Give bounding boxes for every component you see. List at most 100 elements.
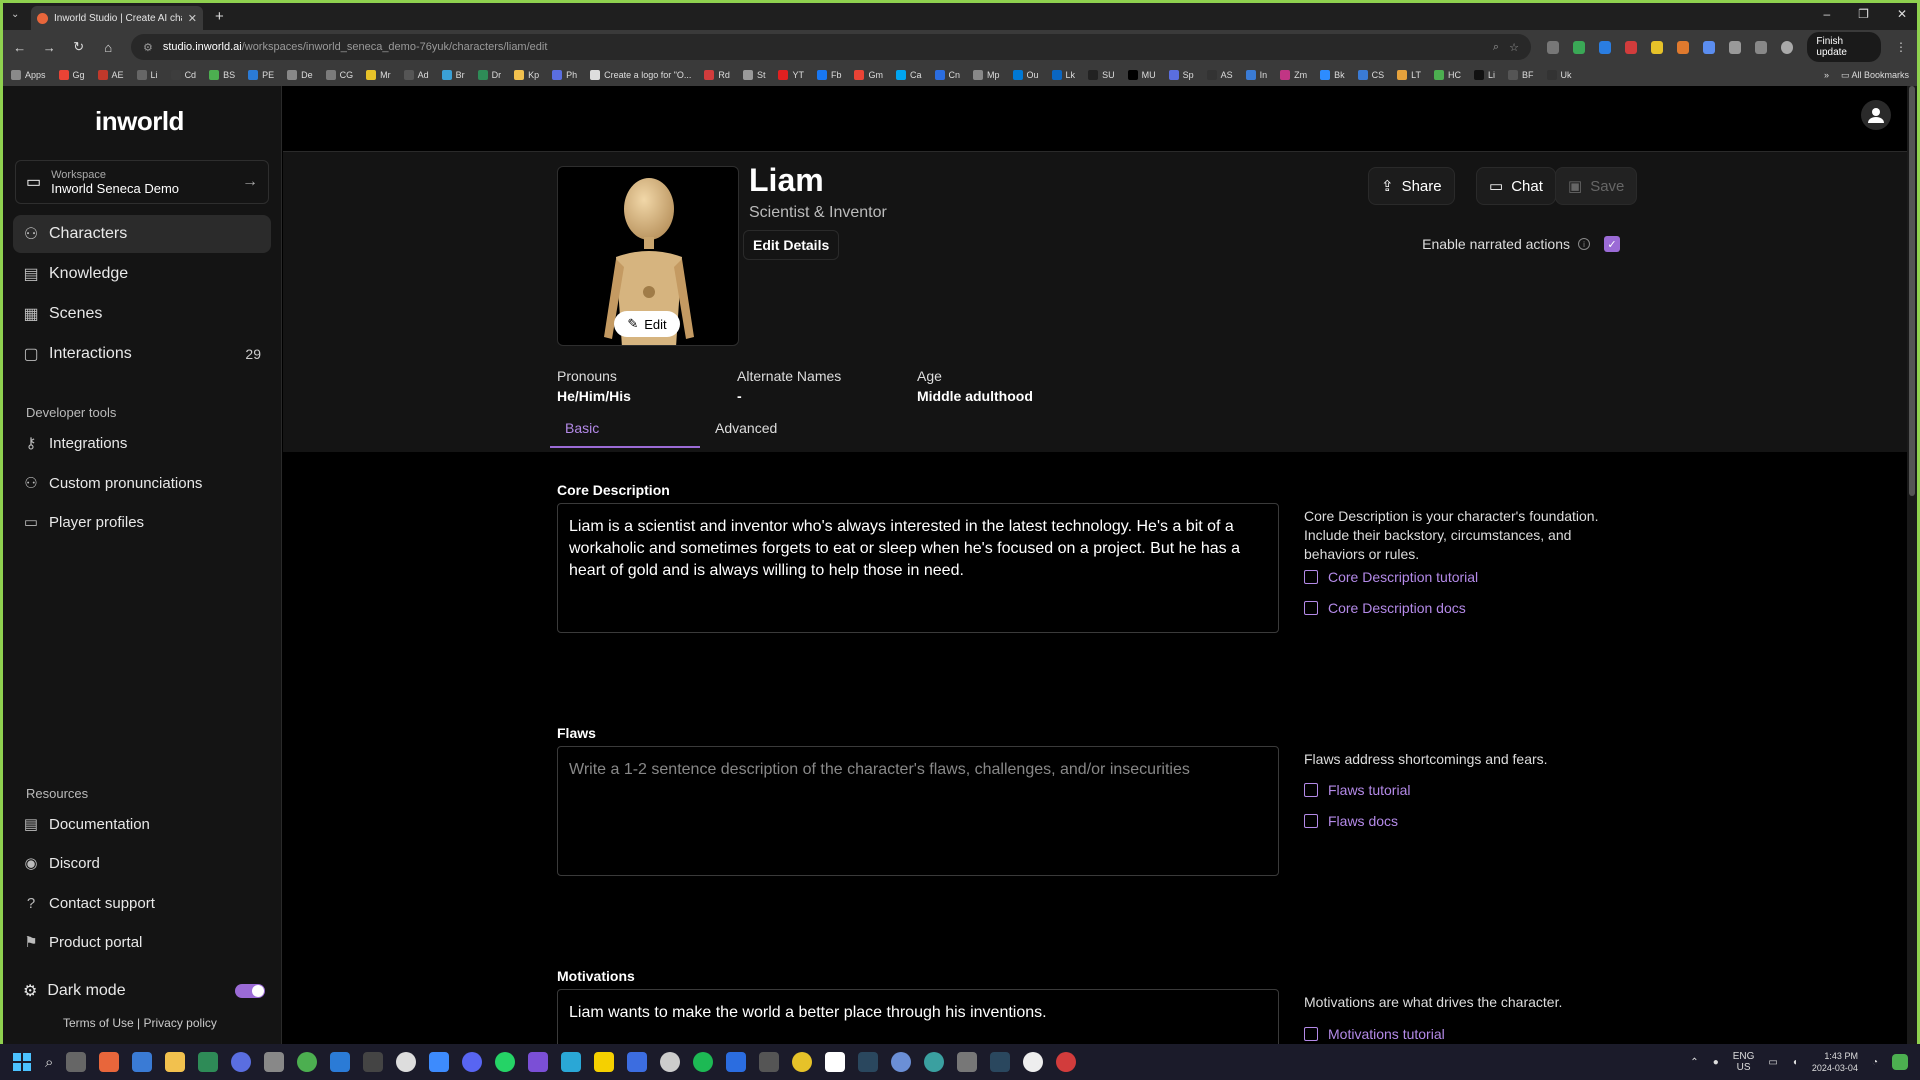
page-scrollbar[interactable] bbox=[1907, 86, 1917, 1044]
extension-icon[interactable] bbox=[1703, 40, 1716, 54]
app-icon[interactable] bbox=[396, 1052, 417, 1072]
spotify-icon[interactable] bbox=[693, 1052, 714, 1072]
terms-link[interactable]: Terms of Use bbox=[63, 1016, 134, 1030]
minimize-icon[interactable]: – bbox=[1823, 7, 1830, 21]
finish-update-button[interactable]: Finish update bbox=[1807, 32, 1882, 62]
extension-icon[interactable] bbox=[1572, 40, 1586, 54]
vscode-icon[interactable] bbox=[330, 1052, 351, 1072]
sidebar-item-documentation[interactable]: ▤ Documentation bbox=[13, 805, 271, 843]
back-icon[interactable]: ← bbox=[13, 40, 26, 55]
bookmark-item[interactable]: Uk bbox=[1546, 70, 1572, 80]
inworld-logo[interactable]: inworld bbox=[95, 106, 184, 137]
bookmark-item[interactable]: BS bbox=[209, 70, 235, 80]
app-icon[interactable] bbox=[99, 1052, 120, 1072]
bookmark-item[interactable]: Gg bbox=[58, 70, 85, 80]
bookmark-item[interactable]: Ou bbox=[1012, 70, 1039, 80]
flaws-tutorial-link[interactable]: Flaws tutorial bbox=[1304, 782, 1410, 798]
chrome-icon[interactable] bbox=[297, 1052, 318, 1072]
extension-icon[interactable] bbox=[1546, 40, 1559, 54]
tab-search-icon[interactable]: ⌄ bbox=[11, 9, 19, 20]
bookmark-item[interactable]: Sp bbox=[1168, 70, 1194, 80]
sidebar-item-player-profiles[interactable]: ▭ Player profiles bbox=[13, 503, 271, 541]
bookmark-item[interactable]: MU bbox=[1127, 70, 1156, 80]
browser-tab[interactable]: Inworld Studio | Create AI chara ✕ bbox=[31, 6, 203, 30]
bookmark-item[interactable]: Lk bbox=[1051, 70, 1075, 80]
bookmark-item[interactable]: PE bbox=[248, 70, 274, 80]
extension-icon[interactable] bbox=[1651, 40, 1664, 54]
zoom-icon[interactable]: ⌕ bbox=[1493, 41, 1499, 54]
bookmark-item[interactable]: Dr bbox=[477, 70, 501, 80]
edit-details-button[interactable]: Edit Details bbox=[743, 230, 840, 260]
app-icon[interactable] bbox=[1056, 1052, 1077, 1072]
edit-avatar-button[interactable]: ✎ Edit bbox=[614, 311, 680, 337]
bookmark-item[interactable]: Bk bbox=[1320, 70, 1345, 80]
bookmark-item[interactable]: SU bbox=[1088, 70, 1115, 80]
sidebar-item-characters[interactable]: ⚇ Characters bbox=[13, 215, 271, 253]
core-description-tutorial-link[interactable]: Core Description tutorial bbox=[1304, 569, 1478, 585]
sidebar-item-product-portal[interactable]: ⚑ Product portal bbox=[13, 923, 271, 961]
extension-icon[interactable] bbox=[1625, 40, 1638, 54]
app-icon[interactable] bbox=[825, 1052, 846, 1072]
bookmark-item[interactable]: Ca bbox=[895, 70, 922, 80]
tab-basic[interactable]: Basic bbox=[550, 408, 700, 448]
unreal-icon[interactable] bbox=[1023, 1052, 1044, 1072]
forward-icon[interactable]: → bbox=[42, 40, 56, 55]
new-tab-icon[interactable]: + bbox=[215, 8, 224, 25]
menu-kebab-icon[interactable]: ⋮ bbox=[1895, 40, 1907, 54]
extensions-puzzle-icon[interactable] bbox=[1729, 40, 1742, 54]
bookmark-item[interactable]: Cd bbox=[170, 70, 196, 80]
bookmark-item[interactable]: Fb bbox=[816, 70, 841, 80]
app-icon[interactable] bbox=[429, 1052, 450, 1072]
sidebar-item-interactions[interactable]: ▢ Interactions 29 bbox=[13, 335, 271, 373]
app-icon[interactable] bbox=[759, 1052, 780, 1072]
profile-icon[interactable] bbox=[1781, 40, 1794, 54]
sidebar-item-scenes[interactable]: ▦ Scenes bbox=[13, 295, 271, 333]
chat-button[interactable]: ▭ Chat bbox=[1476, 167, 1556, 205]
restore-icon[interactable]: ❐ bbox=[1858, 7, 1869, 21]
home-icon[interactable]: ⌂ bbox=[101, 40, 114, 55]
app-icon[interactable] bbox=[594, 1052, 615, 1072]
extension-icon[interactable] bbox=[1599, 40, 1612, 54]
tab-advanced[interactable]: Advanced bbox=[700, 408, 850, 448]
core-description-docs-link[interactable]: Core Description docs bbox=[1304, 600, 1466, 616]
visual-studio-icon[interactable] bbox=[528, 1052, 549, 1072]
language-indicator[interactable]: ENG US bbox=[1733, 1051, 1755, 1073]
share-button[interactable]: ⇪ Share bbox=[1368, 167, 1455, 205]
bookmark-item[interactable]: Li bbox=[1474, 70, 1495, 80]
bookmark-item[interactable]: St bbox=[742, 70, 765, 80]
app-icon[interactable] bbox=[726, 1052, 747, 1072]
clock[interactable]: 1:43 PM 2024-03-04 bbox=[1812, 1050, 1858, 1074]
file-explorer-icon[interactable] bbox=[165, 1052, 186, 1072]
app-icon[interactable] bbox=[924, 1052, 945, 1072]
bookmark-item[interactable]: Li bbox=[136, 70, 158, 80]
bookmarks-more-icon[interactable]: » bbox=[1824, 70, 1829, 81]
flaws-docs-link[interactable]: Flaws docs bbox=[1304, 813, 1398, 829]
bookmark-item[interactable]: Mp bbox=[973, 70, 1000, 80]
app-icon[interactable] bbox=[891, 1052, 912, 1072]
app-icon[interactable] bbox=[363, 1052, 384, 1072]
save-button[interactable]: ▣ Save bbox=[1555, 167, 1638, 205]
workspace-switcher[interactable]: ▭ Workspace Inworld Seneca Demo → bbox=[15, 160, 269, 204]
site-info-icon[interactable]: ⚙ bbox=[143, 41, 153, 54]
sidebar-item-integrations[interactable]: ⚷ Integrations bbox=[13, 424, 271, 462]
dark-mode-toggle[interactable] bbox=[235, 984, 265, 998]
bookmark-item[interactable]: Create a logo for "O... bbox=[590, 70, 691, 80]
bookmark-item[interactable]: Cn bbox=[934, 70, 960, 80]
scrollbar-thumb[interactable] bbox=[1909, 86, 1915, 496]
discord-icon[interactable] bbox=[462, 1052, 483, 1072]
bookmark-item[interactable]: Zm bbox=[1280, 70, 1307, 80]
steam-icon[interactable] bbox=[990, 1052, 1011, 1072]
app-icon[interactable] bbox=[132, 1052, 153, 1072]
info-icon[interactable]: i bbox=[1578, 238, 1590, 250]
bookmark-item[interactable]: Ph bbox=[552, 70, 577, 80]
microphone-icon[interactable]: ● bbox=[1713, 1057, 1719, 1068]
app-icon[interactable] bbox=[792, 1052, 813, 1072]
bookmark-item[interactable]: De bbox=[287, 70, 313, 80]
bookmark-item[interactable]: Gm bbox=[854, 70, 883, 80]
user-avatar-icon[interactable] bbox=[1861, 100, 1891, 130]
sidebar-item-contact-support[interactable]: ? Contact support bbox=[13, 884, 271, 922]
app-icon[interactable] bbox=[561, 1052, 582, 1072]
bookmark-item[interactable]: In bbox=[1245, 70, 1267, 80]
task-view-icon[interactable] bbox=[66, 1052, 87, 1072]
address-bar[interactable]: ⚙ studio.inworld.ai/workspaces/inworld_s… bbox=[130, 34, 1531, 60]
